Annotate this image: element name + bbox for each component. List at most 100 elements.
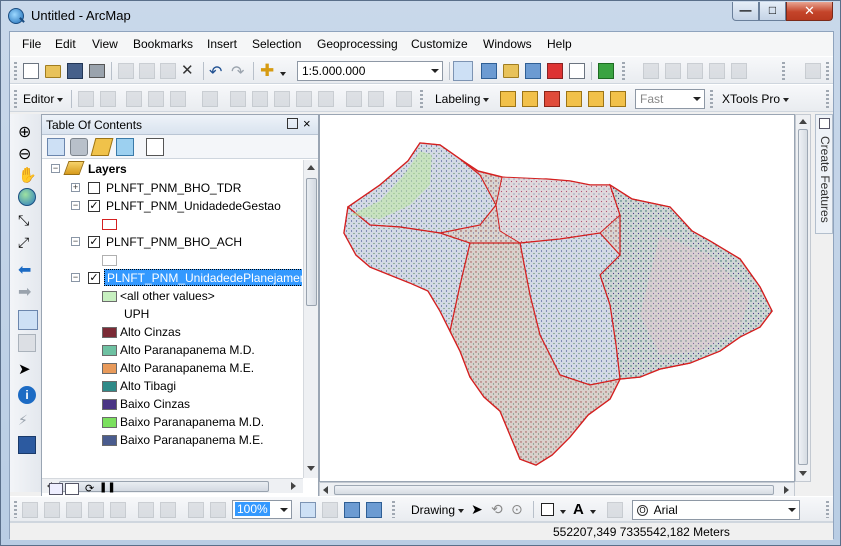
menu-help[interactable]: Help [547, 37, 572, 51]
fill-symbol-swatch[interactable] [102, 255, 117, 266]
legend-swatch[interactable] [102, 435, 117, 446]
legend-swatch[interactable] [102, 399, 117, 410]
label-weights-icon[interactable] [544, 91, 560, 107]
catalog-icon[interactable] [503, 64, 519, 78]
create-features-dock-icon[interactable] [819, 118, 830, 129]
maximize-button[interactable]: □ [759, 2, 786, 21]
collapse-icon[interactable]: − [71, 237, 80, 246]
layer-row-bho-ach[interactable]: − ✓ PLNFT_PNM_BHO_ACH [42, 233, 302, 251]
arctoolbox-icon[interactable] [547, 63, 563, 79]
map-canvas[interactable] [320, 115, 794, 481]
text-tool-icon[interactable]: A [573, 501, 584, 518]
list-by-visibility-icon[interactable] [90, 138, 114, 156]
other-values-swatch[interactable] [102, 291, 117, 302]
editor-toolbar-toggle-icon[interactable] [453, 61, 473, 81]
html-popup-icon[interactable] [18, 436, 36, 454]
add-data-dropdown[interactable] [277, 66, 286, 80]
delete-icon[interactable]: ✕ [181, 63, 197, 79]
legend-row[interactable]: Baixo Paranapanema M.D. [42, 413, 302, 431]
list-by-selection-icon[interactable] [116, 138, 134, 156]
scroll-thumb[interactable] [798, 129, 808, 465]
title-bar[interactable]: Untitled - ArcMap — □ ✕ [1, 1, 840, 31]
xtools-menu-button[interactable]: XTools Pro [722, 92, 790, 106]
fixed-zoom-in-layout-icon[interactable] [138, 502, 154, 518]
clear-selection-icon[interactable] [18, 334, 36, 352]
zoom-in-icon[interactable]: ⊕ [18, 122, 36, 141]
select-elements-arrow-icon[interactable]: ➤ [471, 501, 487, 517]
layout-view-icon[interactable] [65, 483, 79, 495]
create-features-tab[interactable]: Create Features [815, 136, 833, 236]
edit-vertices-icon[interactable] [643, 63, 659, 79]
layout-zoom-combo[interactable]: 100% [232, 500, 292, 519]
focus-data-frame-icon[interactable] [322, 502, 338, 518]
menu-file[interactable]: File [22, 37, 41, 51]
rectangle-tool-icon[interactable] [541, 503, 554, 516]
toolbar-grip[interactable] [14, 62, 17, 80]
map-horizontal-scrollbar[interactable] [319, 482, 795, 497]
arcmap-app-icon[interactable] [8, 8, 24, 24]
rotate-element-icon[interactable]: ⟲ [491, 501, 507, 517]
label-manager-icon[interactable] [500, 91, 516, 107]
menu-selection[interactable]: Selection [252, 37, 301, 51]
hyperlink-icon[interactable]: ⚡ [18, 412, 36, 430]
paste-icon[interactable] [160, 63, 176, 79]
layout-zoom-out-icon[interactable] [44, 502, 60, 518]
split-2-icon[interactable] [296, 91, 312, 107]
zoom-100-icon[interactable] [110, 502, 126, 518]
toolbar-grip[interactable] [782, 62, 785, 80]
symbol-row-gestao[interactable] [42, 215, 302, 233]
layer-visibility-checkbox[interactable]: ✓ [88, 272, 100, 284]
3d-view-icon[interactable] [805, 63, 821, 79]
zoom-whole-page-icon[interactable] [88, 502, 104, 518]
labeling-quality-combo[interactable]: Fast [635, 89, 705, 109]
straight-segment-icon[interactable] [126, 91, 142, 107]
select-elements-icon[interactable]: ➤ [18, 360, 36, 378]
trace-icon[interactable] [170, 91, 186, 107]
scroll-down-icon[interactable] [799, 471, 807, 476]
scroll-up-icon[interactable] [307, 165, 315, 170]
create-features-icon[interactable] [396, 91, 412, 107]
legend-swatch[interactable] [102, 363, 117, 374]
toolbar-grip[interactable] [826, 62, 829, 80]
data-view-icon[interactable] [49, 483, 63, 495]
collapse-icon[interactable]: − [71, 273, 80, 282]
scroll-thumb[interactable] [306, 178, 317, 306]
cut-icon[interactable] [118, 63, 134, 79]
legend-row[interactable]: Alto Paranapanema M.E. [42, 359, 302, 377]
drawing-menu-button[interactable]: Drawing [411, 503, 465, 517]
zoom-to-selected-icon[interactable]: ⊙ [511, 501, 527, 517]
layer-row-bho-tdr[interactable]: + PLNFT_PNM_BHO_TDR [42, 179, 302, 197]
legend-row[interactable]: Baixo Cinzas [42, 395, 302, 413]
legend-row[interactable]: Alto Paranapanema M.D. [42, 341, 302, 359]
editor-menu-button[interactable]: Editor [23, 92, 64, 106]
cut-polygons-2-icon[interactable] [274, 91, 290, 107]
fixed-zoom-in-icon[interactable]: ⤡ [18, 212, 36, 230]
full-extent-icon[interactable] [18, 188, 36, 206]
scroll-left-icon[interactable] [323, 486, 328, 494]
list-by-source-icon[interactable] [70, 138, 88, 156]
fixed-zoom-out-layout-icon[interactable] [160, 502, 176, 518]
python-window-icon[interactable] [569, 63, 585, 79]
zoom-out-icon[interactable]: ⊖ [18, 144, 36, 163]
menu-customize[interactable]: Customize [411, 37, 468, 51]
collapse-icon[interactable]: − [51, 164, 60, 173]
undo-icon[interactable]: ↶ [209, 62, 225, 81]
menu-edit[interactable]: Edit [55, 37, 76, 51]
font-combo[interactable]: O Arial [632, 500, 800, 520]
toolbar-grip[interactable] [420, 90, 423, 108]
table-of-contents-icon[interactable] [481, 63, 497, 79]
change-layout-icon[interactable] [344, 502, 360, 518]
layer-visibility-checkbox[interactable] [88, 182, 100, 194]
redo-icon[interactable]: ↷ [231, 62, 247, 81]
menu-windows[interactable]: Windows [483, 37, 532, 51]
search-window-icon[interactable] [525, 63, 541, 79]
menu-view[interactable]: View [92, 37, 118, 51]
menu-insert[interactable]: Insert [207, 37, 237, 51]
back-extent-icon[interactable]: ⬅ [18, 260, 36, 279]
new-document-icon[interactable] [23, 63, 39, 79]
split-icon[interactable] [709, 63, 725, 79]
reshape-icon[interactable] [665, 63, 681, 79]
toolbar-grip[interactable] [14, 90, 17, 108]
forward-extent-icon[interactable]: ➡ [18, 282, 36, 301]
expand-icon[interactable]: + [71, 183, 80, 192]
